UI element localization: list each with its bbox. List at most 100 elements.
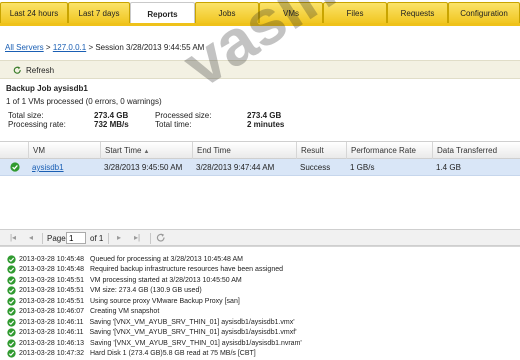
check-circle-icon xyxy=(7,286,16,295)
grid-header-vm[interactable]: VM xyxy=(28,142,100,159)
grid-header: VM Start Time ▲ End Time Result Performan… xyxy=(0,142,520,159)
vm-name-cell: aysisdb1 xyxy=(28,159,64,176)
check-circle-icon xyxy=(7,349,16,358)
log-line: 2013-03-28 10:45:51 VM processing starte… xyxy=(7,275,242,285)
next-page-icon[interactable]: ▸ xyxy=(114,233,124,243)
check-circle-icon xyxy=(7,338,16,348)
log-message: VM processing started at 3/28/2013 10:45… xyxy=(90,276,242,284)
log-line: 2013-03-28 10:45:51 VM size: 273.4 GB (1… xyxy=(7,286,202,296)
log-message: Creating VM snapshot xyxy=(90,308,160,315)
data-transferred-cell: 1.4 GB xyxy=(436,163,461,172)
check-circle-icon xyxy=(10,162,20,172)
log-timestamp: 2013-03-28 10:46:13 xyxy=(19,339,84,347)
processing-rate-value: 732 MB/s xyxy=(94,120,129,129)
check-circle-icon xyxy=(7,317,16,327)
last-page-icon[interactable]: ▸| xyxy=(132,233,142,243)
tab-files[interactable]: Files xyxy=(323,2,387,24)
grid-header-status xyxy=(0,142,28,159)
performance-rate-cell: 1 GB/s xyxy=(350,163,375,172)
total-size-value: 273.4 GB xyxy=(94,111,129,120)
log-timestamp: 2013-03-28 10:46:11 xyxy=(19,329,84,336)
log-timestamp: 2013-03-28 10:46:07 xyxy=(19,308,84,315)
grid-header-end-time[interactable]: End Time xyxy=(192,142,296,159)
toolbar: Refresh xyxy=(0,60,520,79)
log-message: Saving '[VNX_VM_AYUB_SRV_THIN_01] aysisd… xyxy=(90,339,302,347)
breadcrumb-all-servers-link[interactable]: All Servers xyxy=(5,43,44,52)
check-circle-icon xyxy=(7,275,16,285)
check-circle-icon xyxy=(7,328,16,337)
grid-header-result[interactable]: Result xyxy=(296,142,346,159)
log-timestamp: 2013-03-28 10:47:32 xyxy=(19,350,84,357)
log-message: Hard Disk 1 (273.4 GB)5.8 GB read at 75 … xyxy=(90,350,256,357)
grid-header-performance-rate[interactable]: Performance Rate xyxy=(346,142,432,159)
tab-bar: Last 24 hours Last 7 days Reports Jobs V… xyxy=(0,0,520,25)
reload-icon[interactable] xyxy=(156,233,166,243)
processed-size-label: Processed size: xyxy=(155,111,212,120)
log-message: Saving '[VNX_VM_AYUB_SRV_THIN_01] aysisd… xyxy=(89,329,297,336)
breadcrumb: All Servers > 127.0.0.1 > Session 3/28/2… xyxy=(5,43,204,52)
log-message: Queued for processing at 3/28/2013 10:45… xyxy=(90,255,243,263)
tab-jobs[interactable]: Jobs xyxy=(195,2,259,24)
start-time-cell: 3/28/2013 9:45:50 AM xyxy=(104,163,183,172)
grid-header-data-transferred[interactable]: Data Transferred xyxy=(432,142,520,159)
log-timestamp: 2013-03-28 10:45:51 xyxy=(19,287,84,294)
first-page-icon[interactable]: |◂ xyxy=(8,233,18,243)
log-line: 2013-03-28 10:46:13 Saving '[VNX_VM_AYUB… xyxy=(7,338,302,348)
log-timestamp: 2013-03-28 10:45:48 xyxy=(19,266,84,273)
processed-size-value: 273.4 GB xyxy=(247,111,282,120)
tab-requests[interactable]: Requests xyxy=(387,2,448,24)
page-count-label: of 1 xyxy=(90,234,104,243)
log-message: Saving '[VNX_VM_AYUB_SRV_THIN_01] aysisd… xyxy=(89,318,295,326)
vm-grid: VM Start Time ▲ End Time Result Performan… xyxy=(0,141,520,229)
job-status: 1 of 1 VMs processed (0 errors, 0 warnin… xyxy=(6,97,162,106)
check-circle-icon xyxy=(7,307,16,316)
previous-page-icon[interactable]: ◂ xyxy=(26,233,36,243)
breadcrumb-separator: > xyxy=(45,43,51,52)
log-timestamp: 2013-03-28 10:45:51 xyxy=(19,297,84,305)
tab-reports[interactable]: Reports xyxy=(130,2,195,25)
tab-last-7-days[interactable]: Last 7 days xyxy=(68,2,130,24)
tab-last-24-hours[interactable]: Last 24 hours xyxy=(0,2,68,24)
log-line: 2013-03-28 10:46:11 Saving '[VNX_VM_AYUB… xyxy=(7,328,297,338)
grid-header-start-time-label: Start Time xyxy=(105,146,142,155)
log-message: VM size: 273.4 GB (130.9 GB used) xyxy=(90,287,202,294)
job-title: Backup Job aysisdb1 xyxy=(6,84,88,93)
breadcrumb-server-link[interactable]: 127.0.0.1 xyxy=(53,43,86,52)
tab-configuration[interactable]: Configuration xyxy=(448,2,520,24)
log-message: Using source proxy VMware Backup Proxy [… xyxy=(90,297,240,305)
log-message: Required backup infrastructure resources… xyxy=(90,266,284,273)
refresh-button[interactable]: Refresh xyxy=(13,64,54,77)
breadcrumb-session: Session 3/28/2013 9:44:55 AM xyxy=(95,43,205,52)
table-row[interactable]: aysisdb1 3/28/2013 9:45:50 AM 3/28/2013 … xyxy=(0,159,520,176)
end-time-cell: 3/28/2013 9:47:44 AM xyxy=(196,163,275,172)
refresh-label: Refresh xyxy=(26,66,55,75)
total-size-label: Total size: xyxy=(8,111,44,120)
pager-divider xyxy=(42,233,43,244)
processing-rate-label: Processing rate: xyxy=(8,120,66,129)
log-line: 2013-03-28 10:45:48 Queued for processin… xyxy=(7,254,243,264)
total-time-label: Total time: xyxy=(155,120,192,129)
page-label: Page xyxy=(47,234,66,243)
check-circle-icon xyxy=(7,254,16,264)
page-number-input[interactable] xyxy=(66,232,86,244)
total-time-value: 2 minutes xyxy=(247,120,285,129)
log-line: 2013-03-28 10:45:48 Required backup infr… xyxy=(7,265,283,275)
log-timestamp: 2013-03-28 10:45:51 xyxy=(19,276,84,284)
sort-ascending-icon: ▲ xyxy=(143,149,150,155)
log-line: 2013-03-28 10:47:32 Hard Disk 1 (273.4 G… xyxy=(7,349,256,359)
grid-header-start-time[interactable]: Start Time ▲ xyxy=(100,142,192,159)
check-circle-icon xyxy=(7,296,16,306)
log-timestamp: 2013-03-28 10:46:11 xyxy=(19,318,84,326)
tab-underline xyxy=(0,23,520,26)
refresh-icon xyxy=(13,66,21,74)
result-cell: Success xyxy=(300,163,331,172)
log-line: 2013-03-28 10:46:11 Saving '[VNX_VM_AYUB… xyxy=(7,317,295,327)
log-line: 2013-03-28 10:45:51 Using source proxy V… xyxy=(7,296,240,306)
session-log: 2013-03-28 10:45:48 Queued for processin… xyxy=(0,246,520,360)
log-line: 2013-03-28 10:46:07 Creating VM snapshot xyxy=(7,307,159,317)
pager: |◂ ◂ Page of 1 ▸ ▸| xyxy=(0,229,520,246)
tab-vms[interactable]: VMs xyxy=(259,2,323,24)
log-timestamp: 2013-03-28 10:45:48 xyxy=(19,255,84,263)
vm-name-link[interactable]: aysisdb1 xyxy=(32,163,64,172)
check-circle-icon xyxy=(7,265,16,274)
